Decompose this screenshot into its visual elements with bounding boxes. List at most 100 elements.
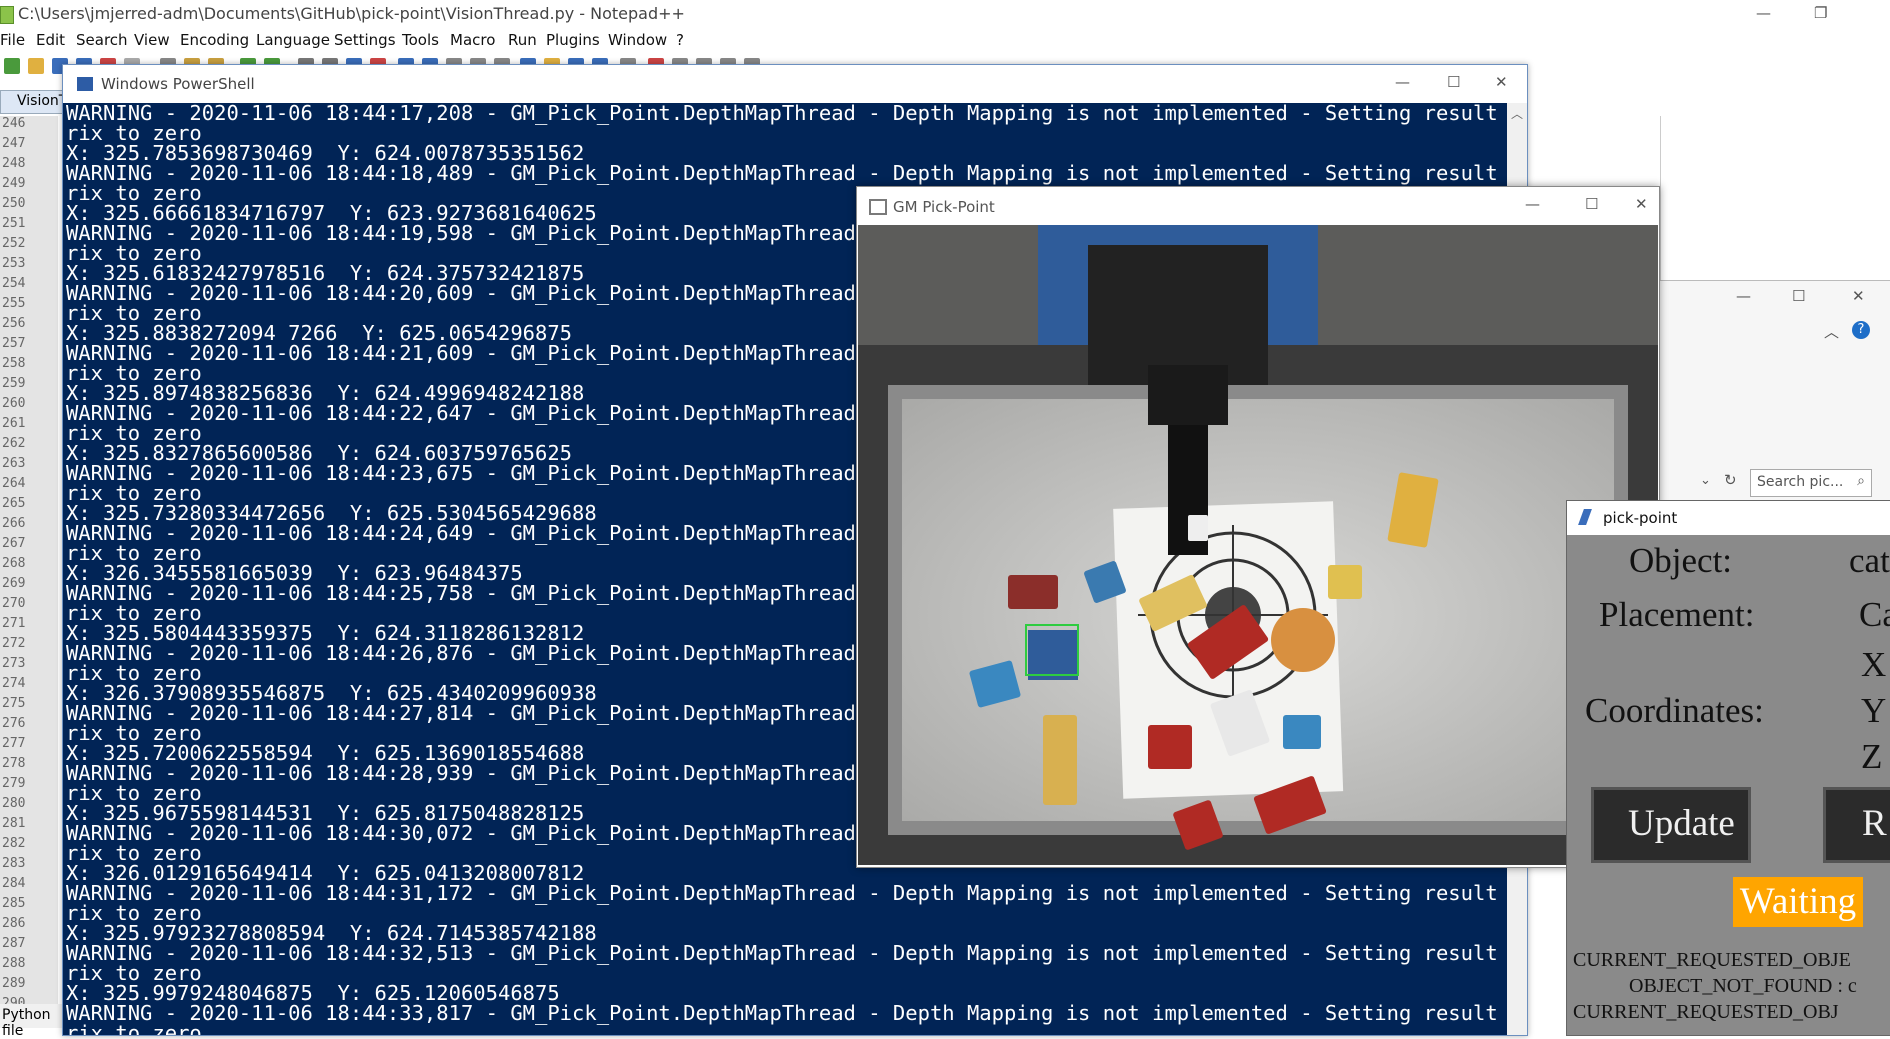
menu-edit[interactable]: Edit bbox=[36, 31, 65, 49]
line-number: 249 bbox=[2, 176, 26, 191]
line-number-gutter: 246 247 248 249 250 251 252 253 254 255 256 257 258 2… bbox=[0, 116, 58, 1016]
line-number: 280 bbox=[2, 796, 26, 811]
powershell-title-bar: Windows PowerShell — ☐ ✕ bbox=[63, 65, 1527, 103]
gm-title: GM Pick-Point bbox=[893, 198, 995, 216]
scroll-up-icon[interactable]: ︿ bbox=[1511, 105, 1523, 122]
console-line: WARNING - 2020-11-06 18:44:33,817 - GM_P… bbox=[66, 1001, 1507, 1025]
line-number: 246 bbox=[2, 116, 26, 131]
notepad-title-bar: C:\Users\jmjerred-adm\Documents\GitHub\p… bbox=[0, 0, 1890, 30]
line-number: 265 bbox=[2, 496, 26, 511]
minimize-icon[interactable]: — bbox=[1395, 73, 1410, 91]
menu-window[interactable]: Window bbox=[608, 31, 667, 49]
coord-y: Y bbox=[1861, 691, 1887, 730]
console-line: rix to zero bbox=[66, 961, 202, 985]
line-number: 274 bbox=[2, 676, 26, 691]
placement-label: Placement: bbox=[1599, 595, 1755, 634]
menu-macro[interactable]: Macro bbox=[450, 31, 495, 49]
close-icon[interactable]: ✕ bbox=[1852, 287, 1865, 305]
line-number: 286 bbox=[2, 916, 26, 931]
notepad-title: C:\Users\jmjerred-adm\Documents\GitHub\p… bbox=[18, 4, 685, 23]
powershell-icon bbox=[77, 77, 93, 91]
coord-x: X bbox=[1861, 645, 1887, 684]
search-input[interactable]: Search pic... ⌕ bbox=[1750, 469, 1872, 497]
line-number: 255 bbox=[2, 296, 26, 311]
line-number: 254 bbox=[2, 276, 26, 291]
maximize-icon[interactable]: ☐ bbox=[1792, 287, 1805, 305]
update-button[interactable]: Update bbox=[1591, 787, 1751, 863]
line-number: 248 bbox=[2, 156, 26, 171]
maximize-icon[interactable]: ☐ bbox=[1585, 195, 1598, 213]
line-number: 262 bbox=[2, 436, 26, 451]
line-number: 259 bbox=[2, 376, 26, 391]
second-button[interactable]: R bbox=[1823, 787, 1890, 863]
line-number: 266 bbox=[2, 516, 26, 531]
line-number: 247 bbox=[2, 136, 26, 151]
status-bar: Python file bbox=[0, 1004, 66, 1039]
powershell-title: Windows PowerShell bbox=[101, 75, 255, 93]
line-number: 252 bbox=[2, 236, 26, 251]
line-number: 263 bbox=[2, 456, 26, 471]
file-tab-label: VisionT bbox=[17, 93, 68, 109]
camera-feed-image bbox=[858, 225, 1658, 865]
notepad-app-icon bbox=[0, 6, 14, 24]
new-file-icon[interactable] bbox=[4, 58, 20, 74]
line-number: 251 bbox=[2, 216, 26, 231]
search-placeholder: Search pic... bbox=[1757, 474, 1844, 490]
console-line: WARNING - 2020-11-06 18:44:18,489 - GM_P… bbox=[66, 161, 1507, 185]
line-number: 264 bbox=[2, 476, 26, 491]
line-number: 275 bbox=[2, 696, 26, 711]
maximize-icon[interactable]: ☐ bbox=[1447, 73, 1460, 91]
line-number: 269 bbox=[2, 576, 26, 591]
minimize-icon[interactable]: — bbox=[1736, 287, 1751, 305]
minimize-icon[interactable]: — bbox=[1525, 195, 1540, 213]
line-number: 278 bbox=[2, 756, 26, 771]
line-number: 284 bbox=[2, 876, 26, 891]
menu-search[interactable]: Search bbox=[76, 31, 128, 49]
chevron-down-icon[interactable]: ⌄ bbox=[1700, 473, 1711, 488]
placement-value: Ca bbox=[1859, 595, 1890, 634]
help-icon[interactable]: ? bbox=[1852, 321, 1870, 339]
console-line: rix to zero bbox=[66, 121, 202, 145]
menu-file[interactable]: File bbox=[0, 31, 25, 49]
log-line-2: OBJECT_NOT_FOUND : c bbox=[1629, 975, 1857, 997]
console-line: rix to zero bbox=[66, 901, 202, 925]
restore-icon[interactable]: ❐ bbox=[1814, 4, 1827, 22]
pick-point-window[interactable]: pick-point Object: cat Placement: Ca Coo… bbox=[1566, 500, 1890, 1036]
minimize-icon[interactable]: — bbox=[1756, 4, 1771, 22]
gm-title-bar: GM Pick-Point — ☐ ✕ bbox=[857, 187, 1659, 225]
line-number: 271 bbox=[2, 616, 26, 631]
notepad-menu-bar: File Edit Search View Encoding Language … bbox=[0, 30, 1890, 52]
console-line: WARNING - 2020-11-06 18:44:17,208 - GM_P… bbox=[66, 103, 1507, 125]
pick-point-title-bar: pick-point bbox=[1567, 501, 1890, 535]
menu-tools[interactable]: Tools bbox=[402, 31, 439, 49]
open-file-icon[interactable] bbox=[28, 58, 44, 74]
refresh-icon[interactable]: ↻ bbox=[1724, 471, 1737, 489]
coord-z: Z bbox=[1861, 737, 1883, 776]
line-number: 281 bbox=[2, 816, 26, 831]
line-number: 270 bbox=[2, 596, 26, 611]
close-icon[interactable]: ✕ bbox=[1495, 73, 1508, 91]
gm-pick-point-window[interactable]: GM Pick-Point — ☐ ✕ bbox=[856, 186, 1660, 868]
menu-help[interactable]: ? bbox=[676, 31, 684, 49]
menu-view[interactable]: View bbox=[134, 31, 170, 49]
menu-settings[interactable]: Settings bbox=[334, 31, 396, 49]
line-number: 277 bbox=[2, 736, 26, 751]
menu-run[interactable]: Run bbox=[508, 31, 537, 49]
coordinates-label: Coordinates: bbox=[1585, 691, 1764, 730]
update-button-label: Update bbox=[1628, 803, 1735, 844]
console-line: X: 325.97923278808594 Y: 624.71453857421… bbox=[66, 921, 597, 945]
pick-point-title: pick-point bbox=[1603, 509, 1678, 527]
menu-language[interactable]: Language bbox=[256, 31, 330, 49]
line-number: 287 bbox=[2, 936, 26, 951]
menu-plugins[interactable]: Plugins bbox=[546, 31, 600, 49]
line-number: 282 bbox=[2, 836, 26, 851]
chevron-up-icon[interactable]: ︿ bbox=[1824, 321, 1839, 342]
close-icon[interactable]: ✕ bbox=[1635, 195, 1648, 213]
line-number: 267 bbox=[2, 536, 26, 551]
search-icon: ⌕ bbox=[1857, 473, 1865, 489]
feather-icon bbox=[1578, 509, 1592, 525]
explorer-window: — ☐ ✕ ? ︿ ⌄ ↻ Search pic... ⌕ bbox=[1655, 280, 1890, 502]
line-number: 283 bbox=[2, 856, 26, 871]
second-button-label: R bbox=[1862, 803, 1887, 844]
menu-encoding[interactable]: Encoding bbox=[180, 31, 249, 49]
